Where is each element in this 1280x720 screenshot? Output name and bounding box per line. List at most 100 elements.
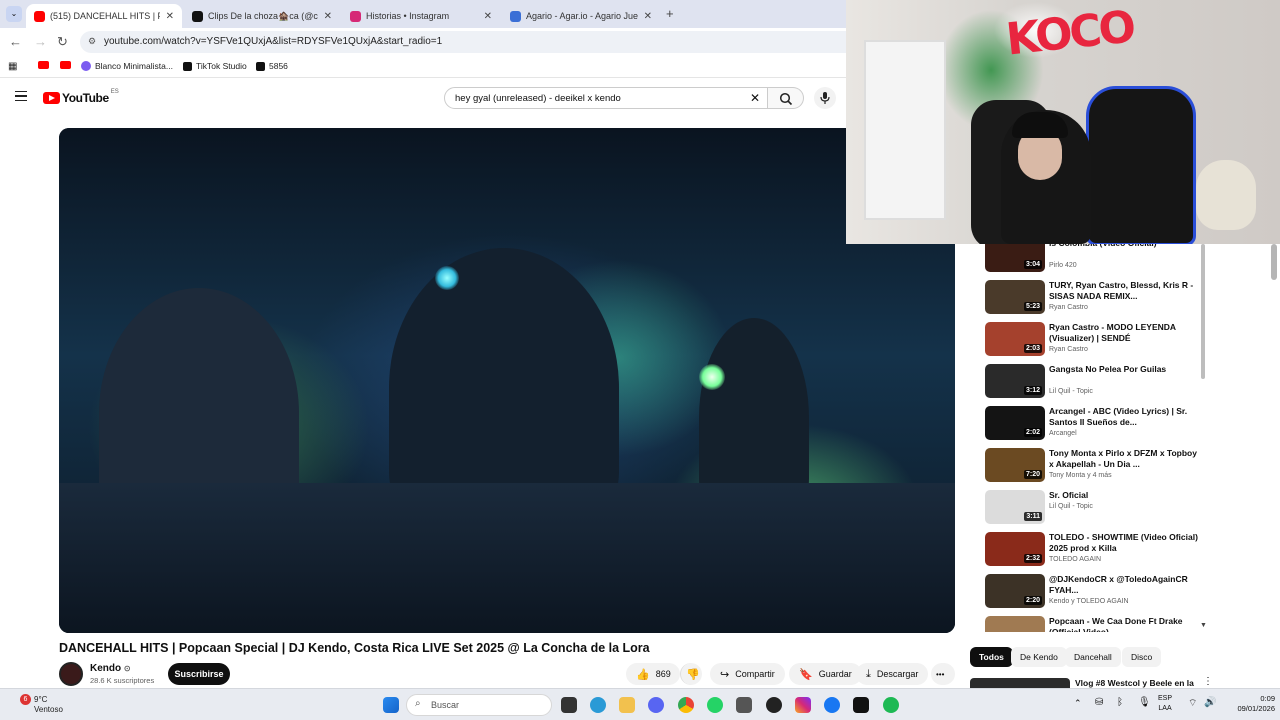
channel-name: Ryan Castro	[1049, 346, 1088, 353]
site-info-icon[interactable]: ⚙	[88, 36, 96, 47]
save-button[interactable]: 🔖 Guardar	[789, 663, 862, 685]
new-tab-button[interactable]: +	[666, 6, 674, 21]
bookmark-youtube-2[interactable]	[60, 61, 75, 69]
chrome-icon[interactable]	[678, 697, 694, 713]
input-language[interactable]: ESP LAA	[1158, 694, 1172, 714]
whatsapp-icon[interactable]	[707, 697, 723, 713]
clear-search-icon[interactable]: ✕	[750, 91, 760, 105]
discord-icon[interactable]	[648, 697, 664, 713]
recommendation-item[interactable]: 4:06Popcaan - We Caa Done Ft Drake (Offi…	[985, 616, 1205, 632]
recommendation-item[interactable]: 5:23 TURY, Ryan Castro, Blessd, Kris R - …	[985, 280, 1205, 318]
page-scrollbar[interactable]	[1271, 244, 1277, 280]
bookmark-label: Blanco Minimalista...	[95, 61, 173, 71]
subscribe-button[interactable]: Suscribirse	[168, 663, 230, 685]
tab-close-icon[interactable]: ✕	[324, 11, 332, 22]
back-arrow-icon[interactable]: ←	[9, 34, 22, 49]
mic-tray-icon[interactable]: 🎙	[1138, 697, 1151, 708]
video-thumbnail: 3:12	[985, 364, 1045, 398]
recommendation-item[interactable]: 2:02 Arcangel - ABC (Video Lyrics) | Sr. …	[985, 406, 1205, 444]
reload-icon[interactable]: ↻	[57, 34, 68, 50]
forward-arrow-icon[interactable]: →	[34, 34, 47, 49]
tiktok-icon[interactable]	[853, 697, 869, 713]
recommendation-item[interactable]: 7:20 Tony Monta x Pirlo x DFZM x Topboy x…	[985, 448, 1205, 486]
video-thumbnail: 3:04	[985, 244, 1045, 272]
tiktok-icon	[183, 61, 192, 71]
windows-start-icon[interactable]	[383, 697, 399, 713]
bookmark-5856[interactable]: 5856	[256, 61, 288, 71]
taskbar-search-input[interactable]: ⌕ Buscar	[406, 694, 552, 716]
save-label: Guardar	[818, 669, 852, 679]
video-thumbnail: 7:20	[985, 448, 1045, 482]
recommendation-item[interactable]: 3:12 Gangsta No Pelea Por Guilas Lil Quil …	[985, 364, 1205, 402]
video-player[interactable]	[59, 128, 955, 633]
tab-title: (515) DANCEHALL HITS | Popcaa	[50, 11, 160, 21]
recommendation-item[interactable]: 2:03 Ryan Castro - MODO LEYENDA (Visualiz…	[985, 322, 1205, 360]
recommendation-item[interactable]: 2:32 TOLEDO - SHOWTIME (Video Oficial) 20…	[985, 532, 1205, 570]
file-explorer-icon[interactable]	[619, 697, 635, 713]
channel-name[interactable]: Kendo ⊙	[90, 663, 131, 674]
scroll-down-arrow-icon[interactable]: ▼	[1200, 622, 1207, 629]
url-field[interactable]: ⚙ youtube.com/watch?v=YSFVe1QUxjA&list=R…	[80, 31, 860, 53]
apps-grid-icon[interactable]: ▦	[8, 61, 17, 72]
share-button[interactable]: ↪ Compartir	[710, 663, 785, 685]
spotify-icon[interactable]	[883, 697, 899, 713]
snipping-tool-icon[interactable]	[736, 697, 752, 713]
tab-list-dropdown-button[interactable]: ⌄	[6, 6, 22, 22]
channel-avatar[interactable]	[59, 662, 83, 686]
channel-name: Tony Monta y 4 más	[1049, 472, 1112, 479]
duration-badge: 2:02	[1023, 428, 1042, 437]
chevron-up-icon[interactable]: ⌃	[1074, 698, 1082, 709]
recommendations-scrollbar[interactable]	[1201, 244, 1205, 379]
chip-disco[interactable]: Disco	[1122, 647, 1162, 667]
download-icon: ⤓	[866, 667, 871, 680]
video-title: TURY, Ryan Castro, Blessd, Kris R - SISA…	[1049, 280, 1194, 301]
facebook-icon[interactable]	[824, 697, 840, 713]
tiktok-icon	[256, 61, 265, 71]
bookmark-youtube-1[interactable]	[38, 61, 53, 69]
recommendation-item[interactable]: 3:04 Is Colombia (Video Oficial) Pirlo 420	[985, 244, 1205, 276]
video-title: Popcaan - We Caa Done Ft Drake (Official…	[1049, 616, 1183, 632]
duration-badge: 3:12	[1023, 386, 1042, 395]
instagram-icon[interactable]	[795, 697, 811, 713]
youtube-play-icon	[43, 92, 60, 104]
obs-icon[interactable]	[766, 697, 782, 713]
download-button[interactable]: ⤓ Descargar	[856, 663, 929, 685]
tab-youtube[interactable]: (515) DANCEHALL HITS | Popcaa ✕	[26, 4, 182, 28]
bookmark-blanco[interactable]: Blanco Minimalista...	[81, 61, 173, 71]
like-button[interactable]: 👍 869	[626, 663, 680, 685]
youtube-header: YouTube ES hey gyal (unreleased) - deeik…	[0, 79, 846, 117]
tab-close-icon[interactable]: ✕	[644, 11, 652, 22]
tab-close-icon[interactable]: ✕	[484, 11, 492, 22]
tab-agario[interactable]: Agario - Agar.io - Agario Juego ✕	[502, 4, 660, 28]
download-label: Descargar	[876, 669, 919, 679]
bluetooth-icon[interactable]: ᛒ	[1117, 697, 1123, 708]
volume-icon[interactable]: 🔊	[1204, 697, 1216, 708]
menu-icon[interactable]	[15, 91, 27, 101]
task-view-icon[interactable]	[561, 697, 577, 713]
youtube-logo[interactable]: YouTube ES	[43, 89, 119, 105]
bookmarks-bar: ▦ Blanco Minimalista... TikTok Studio 58…	[0, 56, 846, 78]
chip-todos[interactable]: Todos	[970, 647, 1013, 667]
tab-close-icon[interactable]: ✕	[166, 11, 174, 22]
chip-de-kendo[interactable]: De Kendo	[1011, 647, 1067, 667]
search-button[interactable]	[768, 87, 804, 109]
edge-icon[interactable]	[590, 697, 606, 713]
dj-console	[59, 483, 955, 633]
wifi-icon[interactable]: ⌔	[1188, 697, 1197, 710]
taskbar-clock[interactable]: 0:09 09/01/2026	[1227, 694, 1275, 714]
tab-tiktok[interactable]: Clips De la choza🏚️ca (@clips ✕	[184, 4, 340, 28]
network-icon[interactable]: ⛁	[1095, 697, 1103, 708]
stage-light	[699, 364, 725, 390]
dislike-button[interactable]: 👎	[680, 663, 702, 685]
recommendation-item[interactable]: 2:20 @DJKendoCR x @ToledoAgainCR FYAH... K…	[985, 574, 1205, 612]
tab-instagram[interactable]: Historias • Instagram ✕	[342, 4, 500, 28]
bookmark-tiktok-studio[interactable]: TikTok Studio	[183, 61, 247, 71]
video-thumbnail: 2:02	[985, 406, 1045, 440]
gaming-chair	[1086, 86, 1196, 244]
more-options-icon[interactable]: ⋮	[1203, 676, 1213, 687]
chip-dancehall[interactable]: Dancehall	[1065, 647, 1121, 667]
voice-search-button[interactable]	[814, 87, 836, 109]
more-actions-button[interactable]: •••	[931, 663, 955, 685]
search-input[interactable]: hey gyal (unreleased) - deeikel x kendo	[444, 87, 768, 109]
recommendation-item[interactable]: 3:11 Sr. Oficial Lil Quil - Topic	[985, 490, 1205, 528]
